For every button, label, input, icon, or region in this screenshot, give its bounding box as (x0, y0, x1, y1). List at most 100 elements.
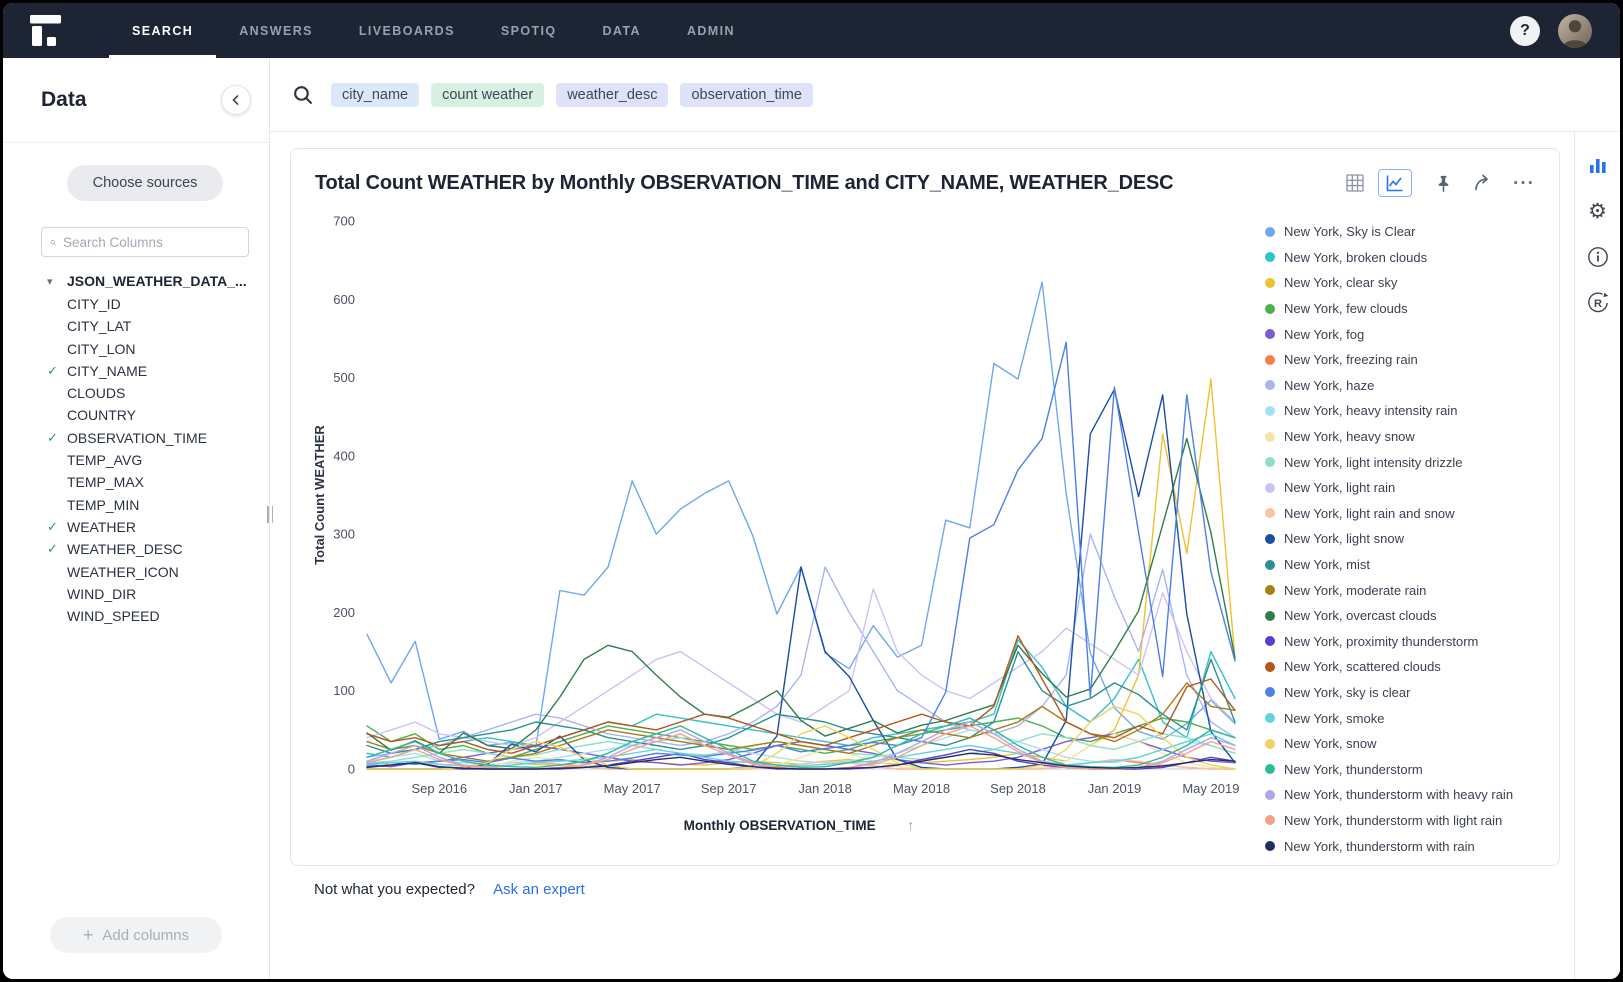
search-token[interactable]: weather_desc (556, 83, 668, 107)
y-tick-label: 600 (333, 292, 355, 307)
y-tick-label: 0 (348, 762, 355, 777)
column-item[interactable]: ✓CITY_NAME (47, 360, 249, 382)
y-tick-label: 700 (333, 214, 355, 229)
share-button[interactable] (1471, 171, 1495, 195)
table-name: JSON_WEATHER_DATA_... (67, 273, 247, 289)
search-token[interactable]: city_name (331, 83, 419, 107)
legend-item[interactable]: New York, few clouds (1265, 296, 1547, 322)
legend-item[interactable]: New York, heavy snow (1265, 424, 1547, 450)
column-item[interactable]: ✓WIND_SPEED (47, 605, 249, 627)
table-node[interactable]: ▾ JSON_WEATHER_DATA_... (47, 273, 249, 289)
column-item[interactable]: ✓WIND_DIR (47, 583, 249, 605)
line-chart[interactable]: 0100200300400500600700Sep 2016Jan 2017Ma… (297, 203, 1261, 815)
column-item[interactable]: ✓TEMP_MIN (47, 494, 249, 516)
chart-view-button[interactable] (1378, 169, 1412, 197)
ask-expert-link[interactable]: Ask an expert (493, 881, 585, 898)
choose-sources-button[interactable]: Choose sources (67, 165, 224, 201)
add-columns-button[interactable]: + Add columns (50, 917, 222, 953)
x-tick-label: May 2017 (604, 781, 661, 796)
search-columns-input[interactable] (63, 235, 240, 250)
x-tick-label: Sep 2018 (990, 781, 1046, 796)
column-item[interactable]: ✓TEMP_AVG (47, 449, 249, 471)
x-axis-title: Monthly OBSERVATION_TIME ↑ (297, 815, 1261, 843)
legend-item[interactable]: New York, thunderstorm with light rain (1265, 808, 1547, 834)
thoughtspot-logo-icon[interactable] (29, 3, 67, 58)
search-token[interactable]: count weather (431, 83, 544, 107)
column-item[interactable]: ✓WEATHER (47, 516, 249, 538)
table-icon (1346, 174, 1364, 192)
nav-right: ? (1510, 3, 1620, 58)
column-item[interactable]: ✓CITY_LAT (47, 315, 249, 337)
legend-item[interactable]: New York, freezing rain (1265, 347, 1547, 373)
nav-item-liveboards[interactable]: LIVEBOARDS (336, 3, 478, 58)
nav-item-data[interactable]: DATA (579, 3, 663, 58)
chart-settings-button[interactable]: ⚙ (1582, 196, 1614, 226)
collapse-sidebar-button[interactable] (221, 85, 251, 115)
help-button[interactable]: ? (1510, 16, 1540, 46)
column-list: ✓CITY_ID✓CITY_LAT✓CITY_LON✓CITY_NAME✓CLO… (47, 293, 249, 627)
legend-item[interactable]: New York, light rain and snow (1265, 501, 1547, 527)
table-view-button[interactable] (1338, 169, 1372, 197)
legend-item[interactable]: New York, smoke (1265, 705, 1547, 731)
legend-item[interactable]: New York, Sky is Clear (1265, 219, 1547, 245)
pin-button[interactable] (1432, 172, 1455, 195)
legend-item[interactable]: New York, clear sky (1265, 270, 1547, 296)
nav-item-spotiq[interactable]: SPOTIQ (478, 3, 580, 58)
answer-card: Total Count WEATHER by Monthly OBSERVATI… (290, 148, 1560, 866)
more-options-button[interactable]: ··· (1511, 172, 1537, 195)
legend-item[interactable]: New York, broken clouds (1265, 245, 1547, 271)
legend-dot (1265, 227, 1275, 237)
legend-dot (1265, 815, 1275, 825)
column-item[interactable]: ✓CITY_ID (47, 293, 249, 315)
change-visualization-button[interactable] (1582, 150, 1614, 180)
data-sidebar: Data Choose sources (3, 58, 270, 979)
column-item[interactable]: ✓WEATHER_ICON (47, 561, 249, 583)
check-icon: ✓ (47, 360, 67, 382)
details-button[interactable] (1582, 242, 1614, 272)
legend-item[interactable]: New York, sky is clear (1265, 680, 1547, 706)
ellipsis-icon: ··· (1513, 174, 1535, 193)
legend-item[interactable]: New York, fog (1265, 321, 1547, 347)
column-label: OBSERVATION_TIME (67, 427, 207, 449)
legend-item[interactable]: New York, snow (1265, 731, 1547, 757)
column-item[interactable]: ✓WEATHER_DESC (47, 538, 249, 560)
legend-item[interactable]: New York, heavy intensity rain (1265, 398, 1547, 424)
nav-item-search[interactable]: SEARCH (109, 3, 216, 58)
column-item[interactable]: ✓CITY_LON (47, 338, 249, 360)
legend-item[interactable]: New York, scattered clouds (1265, 654, 1547, 680)
column-item[interactable]: ✓OBSERVATION_TIME (47, 427, 249, 449)
legend-item[interactable]: New York, overcast clouds (1265, 603, 1547, 629)
legend-item[interactable]: New York, thunderstorm (1265, 756, 1547, 782)
legend-item[interactable]: New York, haze (1265, 373, 1547, 399)
sidebar-resize-handle[interactable] (267, 506, 273, 523)
legend-label: New York, broken clouds (1284, 250, 1427, 265)
legend-dot (1265, 841, 1275, 851)
nav-item-admin[interactable]: ADMIN (664, 3, 758, 58)
legend-dot (1265, 585, 1275, 595)
legend-item[interactable]: New York, light intensity drizzle (1265, 449, 1547, 475)
avatar[interactable] (1558, 14, 1592, 48)
legend-dot (1265, 790, 1275, 800)
x-tick-label: Jan 2017 (509, 781, 563, 796)
legend-item[interactable]: New York, light rain (1265, 475, 1547, 501)
legend-item[interactable]: New York, mist (1265, 552, 1547, 578)
column-label: CITY_ID (67, 293, 121, 315)
legend-item[interactable]: New York, proximity thunderstorm (1265, 629, 1547, 655)
legend-item[interactable]: New York, thunderstorm with rain (1265, 833, 1547, 859)
legend-item[interactable]: New York, moderate rain (1265, 577, 1547, 603)
column-label: WEATHER (67, 516, 136, 538)
caret-down-icon[interactable]: ▾ (47, 275, 67, 288)
column-search-box (41, 227, 249, 257)
column-item[interactable]: ✓TEMP_MAX (47, 471, 249, 493)
column-item[interactable]: ✓CLOUDS (47, 382, 249, 404)
legend-item[interactable]: New York, thunderstorm with heavy rain (1265, 782, 1547, 808)
legend-item[interactable]: New York, light snow (1265, 526, 1547, 552)
sort-ascending-icon[interactable]: ↑ (907, 817, 914, 833)
r-analysis-button[interactable]: R (1582, 288, 1614, 318)
legend-dot (1265, 355, 1275, 365)
column-item[interactable]: ✓COUNTRY (47, 404, 249, 426)
legend-label: New York, light intensity drizzle (1284, 455, 1462, 470)
y-tick-label: 200 (333, 605, 355, 620)
nav-item-answers[interactable]: ANSWERS (216, 3, 336, 58)
search-token[interactable]: observation_time (680, 83, 812, 107)
